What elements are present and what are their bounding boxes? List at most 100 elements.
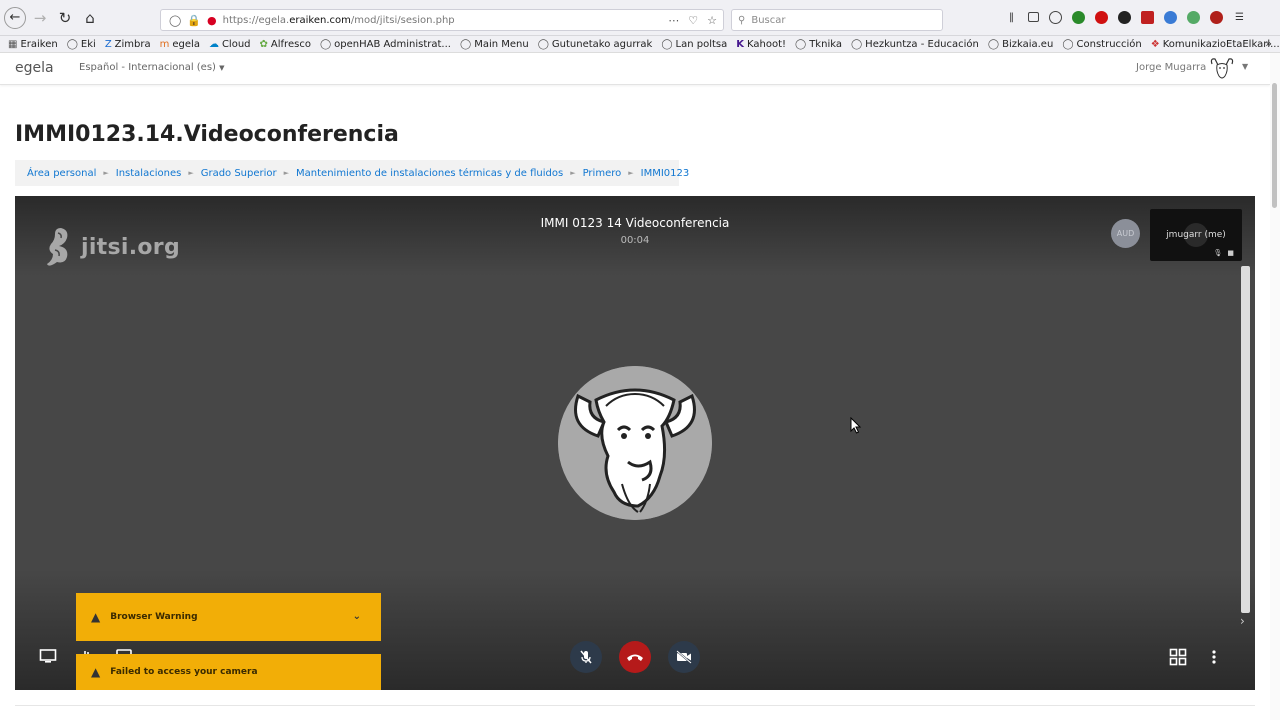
caret-down-icon[interactable]: ▼ — [1242, 62, 1248, 71]
moodle-navbar: egela Español - Internacional (es) ▼ Jor… — [0, 53, 1270, 85]
extension-multi-icon[interactable] — [1187, 11, 1200, 24]
conference-timer: 00:04 — [620, 235, 650, 246]
bookmark-item[interactable]: ◯ Gutunetako agurrak — [538, 39, 653, 50]
pocket-icon[interactable]: ♡ — [688, 14, 698, 27]
self-video-thumbnail[interactable]: jmugarr (me) 🎙 ■ — [1150, 209, 1242, 261]
bookmark-item[interactable]: m egela — [160, 39, 200, 50]
account-icon[interactable] — [1049, 11, 1062, 24]
filmstrip-scrollbar[interactable] — [1241, 266, 1250, 613]
bookmark-item[interactable]: ◯ Construcción — [1062, 39, 1141, 50]
warning-text: Failed to access your camera — [110, 667, 258, 677]
bookmark-item[interactable]: ❖ KomunikazioEtaElkarl... — [1151, 39, 1280, 50]
bookmark-item[interactable]: ◯ Bizkaia.eu — [988, 39, 1053, 50]
globe-icon: ◯ — [459, 38, 472, 50]
globe-icon: ◯ — [795, 38, 807, 50]
globe-icon: ◯ — [319, 38, 332, 50]
breadcrumb-separator-icon: ► — [188, 169, 194, 177]
menu-icon[interactable]: ☰ — [1233, 11, 1246, 24]
bookmark-item[interactable]: ☁ Cloud — [209, 39, 251, 50]
globe-icon: ◯ — [987, 38, 1000, 50]
warning-icon: ▲ — [91, 665, 101, 679]
sidebar-icon[interactable] — [1028, 12, 1039, 22]
bookmark-icon: ▦ — [8, 38, 18, 50]
bookmark-item[interactable]: ◯ Eki — [67, 39, 96, 50]
bookmark-star-icon[interactable]: ☆ — [707, 14, 717, 27]
alfresco-icon: ✿ — [259, 38, 268, 50]
jitsi-logo-icon — [47, 228, 68, 266]
extension-ublock-icon[interactable] — [1210, 11, 1223, 24]
user-name[interactable]: Jorge Mugarra — [1136, 62, 1206, 73]
page-actions-icon[interactable]: ⋯ — [668, 14, 679, 27]
caret-down-icon: ▼ — [219, 64, 225, 72]
bookmark-item[interactable]: ◯ Main Menu — [460, 39, 529, 50]
adblock-icon[interactable] — [1095, 11, 1108, 24]
more-options-icon[interactable] — [1211, 648, 1217, 666]
breadcrumb-link[interactable]: Mantenimiento de instalaciones térmicas … — [296, 168, 563, 179]
search-placeholder: Buscar — [751, 14, 786, 26]
more-bookmarks-icon[interactable]: » — [1265, 37, 1272, 50]
camera-warning-notification[interactable]: ▲ Failed to access your camera — [76, 654, 381, 690]
page-scrollbar[interactable] — [1270, 53, 1280, 720]
bookmark-item[interactable]: Z Zimbra — [105, 39, 151, 50]
user-avatar[interactable] — [1208, 56, 1236, 83]
bookmark-item[interactable]: ◯ Tknika — [795, 39, 842, 50]
extension-dark-icon[interactable] — [1118, 11, 1131, 24]
extension-red-icon[interactable] — [1141, 11, 1154, 24]
url-text[interactable]: https://egela.eraiken.com/mod/jitsi/sesi… — [223, 15, 669, 26]
moodle-icon: m — [159, 38, 170, 50]
globe-icon: ◯ — [850, 38, 863, 50]
bookmark-item[interactable]: ▦ Eraiken — [8, 39, 58, 50]
search-bar[interactable]: ⚲ Buscar — [731, 9, 943, 31]
warning-text: Browser Warning — [110, 612, 198, 622]
url-bar[interactable]: ◯ 🔒 ● https://egela.eraiken.com/mod/jits… — [160, 9, 724, 31]
shield-icon[interactable]: ◯ — [169, 14, 181, 27]
hangup-button[interactable] — [619, 641, 651, 673]
tile-view-icon[interactable] — [1169, 648, 1187, 666]
toggle-camera-button[interactable] — [668, 641, 700, 673]
camera-off-icon — [676, 650, 692, 664]
chevron-down-icon[interactable]: ⌄ — [353, 611, 361, 622]
audio-badge: AUD — [1111, 219, 1140, 248]
home-icon[interactable]: ⌂ — [79, 7, 101, 29]
mute-microphone-button[interactable] — [570, 641, 602, 673]
site-brand[interactable]: egela — [15, 60, 54, 76]
breadcrumb-link[interactable]: IMMI0123 — [641, 168, 690, 179]
breadcrumb-link[interactable]: Grado Superior — [201, 168, 277, 179]
reload-icon[interactable]: ↻ — [54, 7, 76, 29]
breadcrumb-separator-icon: ► — [283, 169, 290, 177]
page-scroll-thumb[interactable] — [1272, 83, 1277, 208]
breadcrumb-link[interactable]: Primero — [583, 168, 622, 179]
bookmark-item[interactable]: ✿ Alfresco — [260, 39, 311, 50]
chevron-right-icon[interactable]: › — [1240, 614, 1245, 628]
bookmark-item[interactable]: ◯ openHAB Administrat... — [320, 39, 451, 50]
hangup-phone-icon — [627, 654, 643, 661]
extension-green-icon[interactable] — [1072, 11, 1085, 24]
breadcrumb-link[interactable]: Instalaciones — [116, 168, 182, 179]
kahoot-icon: K — [736, 38, 744, 50]
lock-icon[interactable]: 🔒 — [187, 14, 201, 27]
bookmark-red-icon: ❖ — [1150, 38, 1160, 50]
forward-arrow-icon[interactable]: → — [29, 7, 51, 29]
globe-icon: ◯ — [661, 38, 673, 50]
bookmark-item[interactable]: ◯ Hezkuntza - Educación — [851, 39, 979, 50]
search-icon: ⚲ — [738, 14, 746, 26]
camera-off-icon: ■ — [1227, 249, 1234, 257]
bookmark-item[interactable]: ◯ Lan poltsa — [661, 39, 727, 50]
extension-icons: ‖ ☰ — [1005, 11, 1246, 24]
browser-warning-notification[interactable]: ▲ Browser Warning ⌄ — [76, 593, 381, 641]
breadcrumb: Área personal ► Instalaciones ► Grado Su… — [15, 160, 689, 186]
extension-blue-icon[interactable] — [1164, 11, 1177, 24]
language-menu[interactable]: Español - Internacional (es) ▼ — [79, 62, 225, 73]
warning-icon: ▲ — [91, 610, 101, 624]
globe-icon: ◯ — [66, 38, 78, 50]
library-icon[interactable]: ‖ — [1005, 11, 1018, 24]
footer-divider — [15, 705, 1255, 706]
globe-icon: ◯ — [537, 38, 549, 50]
bookmark-item[interactable]: K Kahoot! — [736, 39, 786, 50]
breadcrumb-link[interactable]: Área personal — [27, 168, 96, 179]
jitsi-watermark: jitsi.org — [43, 224, 180, 270]
muted-mic-icon: 🎙 — [1213, 249, 1223, 257]
microphone-permission-icon[interactable]: ● — [207, 14, 217, 27]
screen-share-icon[interactable] — [39, 648, 57, 664]
back-arrow-icon[interactable]: ← — [4, 6, 26, 29]
